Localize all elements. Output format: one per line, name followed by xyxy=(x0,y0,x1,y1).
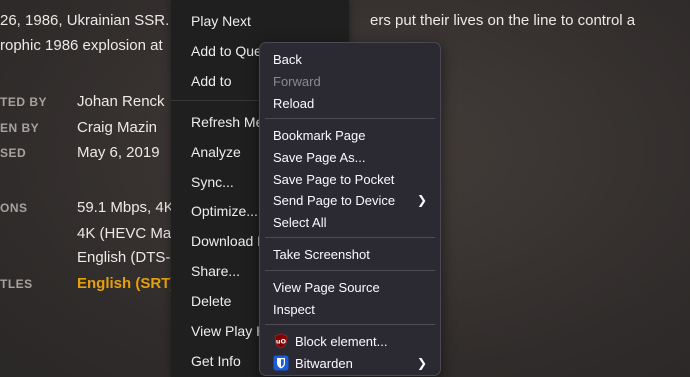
ctx-take-screenshot[interactable]: Take Screenshot xyxy=(273,247,370,262)
meta-value-director[interactable]: Johan Renck xyxy=(77,93,165,110)
meta-label-released: SED xyxy=(0,146,27,160)
chevron-right-icon: ❯ xyxy=(416,356,427,370)
summary-text-line-1-continued: ers put their lives on the line to contr… xyxy=(370,12,636,29)
ctx-back[interactable]: Back xyxy=(273,52,302,67)
plex-menu-analyze[interactable]: Analyze xyxy=(191,144,241,160)
bitwarden-shield-icon xyxy=(273,355,289,371)
meta-value-bitrate: 59.1 Mbps, 4K xyxy=(77,199,174,216)
meta-value-audio[interactable]: English (DTS-H xyxy=(77,249,181,266)
ctx-inspect[interactable]: Inspect xyxy=(273,302,315,317)
meta-label-subtitles: TLES xyxy=(0,277,33,291)
plex-menu-download[interactable]: Download F xyxy=(191,233,266,249)
plex-menu-optimize[interactable]: Optimize... xyxy=(191,203,258,219)
meta-value-release-date: May 6, 2019 xyxy=(77,144,160,161)
browser-context-menu: Back Forward Reload Bookmark Page Save P… xyxy=(259,42,441,376)
plex-menu-play-next[interactable]: Play Next xyxy=(191,13,251,29)
plex-menu-add-to-queue[interactable]: Add to Que xyxy=(191,43,262,59)
ctx-block-element[interactable]: Block element... xyxy=(295,334,388,349)
plex-menu-sync[interactable]: Sync... xyxy=(191,174,234,190)
ctx-send-to-device[interactable]: Send Page to Device xyxy=(273,193,395,208)
ctx-save-to-pocket[interactable]: Save Page to Pocket xyxy=(273,172,394,187)
ctx-bookmark-page[interactable]: Bookmark Page xyxy=(273,128,366,143)
svg-text:uO: uO xyxy=(276,338,287,346)
plex-menu-view-play-history[interactable]: View Play H xyxy=(191,323,266,339)
ctx-bitwarden[interactable]: Bitwarden xyxy=(295,356,353,371)
meta-value-video: 4K (HEVC Mai xyxy=(77,225,175,242)
meta-label-versions: ONS xyxy=(0,201,28,215)
plex-menu-refresh-metadata[interactable]: Refresh Me xyxy=(191,114,263,130)
meta-value-subtitles[interactable]: English (SRT) xyxy=(77,275,175,292)
plex-menu-get-info[interactable]: Get Info xyxy=(191,353,241,369)
ctx-separator xyxy=(265,118,435,119)
ctx-separator xyxy=(265,324,435,325)
ctx-separator xyxy=(265,270,435,271)
summary-text-line-2: rophic 1986 explosion at xyxy=(0,37,163,54)
meta-label-directed: TED BY xyxy=(0,95,48,109)
plex-menu-share[interactable]: Share... xyxy=(191,263,240,279)
meta-label-written: EN BY xyxy=(0,121,40,135)
ctx-forward: Forward xyxy=(273,74,321,89)
ctx-select-all[interactable]: Select All xyxy=(273,215,326,230)
summary-text-line-1: 26, 1986, Ukrainian SSR. P xyxy=(0,12,184,29)
ublock-origin-icon: uO xyxy=(274,333,288,349)
plex-menu-add-to[interactable]: Add to xyxy=(191,73,231,89)
meta-value-writer[interactable]: Craig Mazin xyxy=(77,119,157,136)
plex-menu-delete[interactable]: Delete xyxy=(191,293,231,309)
ctx-view-page-source[interactable]: View Page Source xyxy=(273,280,380,295)
ctx-reload[interactable]: Reload xyxy=(273,96,314,111)
chevron-right-icon: ❯ xyxy=(416,193,427,207)
ctx-save-page-as[interactable]: Save Page As... xyxy=(273,150,366,165)
ctx-separator xyxy=(265,237,435,238)
